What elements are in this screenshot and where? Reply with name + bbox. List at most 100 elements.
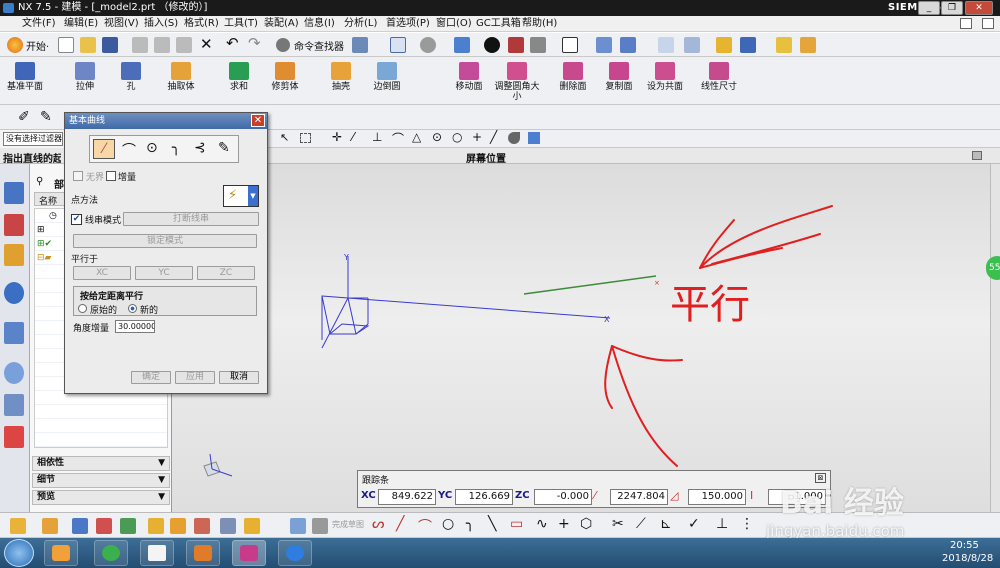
tree-item-history-icon[interactable]: ◷ (49, 211, 57, 221)
break-string-button[interactable]: 打断线串 (123, 212, 259, 226)
menu-restore-icon[interactable] (960, 18, 972, 29)
curve-edit-icon[interactable]: ✎ (40, 109, 52, 125)
undo-icon[interactable]: ↶ (226, 34, 239, 52)
arc-type-icon[interactable]: ⌒ (122, 140, 136, 160)
ok-button[interactable]: 确定 (131, 371, 171, 384)
side-badge[interactable]: 55 (986, 256, 1000, 280)
open-folder-icon[interactable] (80, 37, 96, 53)
menu-format[interactable]: 格式(R) (184, 17, 219, 31)
windows-start-orb[interactable] (4, 539, 34, 567)
line-icon[interactable]: ╱ (396, 516, 404, 532)
shaded-cube-icon[interactable] (454, 37, 470, 53)
command-finder-icon[interactable] (276, 38, 290, 52)
menu-assembly[interactable]: 装配(A) (264, 17, 299, 31)
snap-center-icon[interactable]: ○ (452, 130, 462, 144)
circle-type-icon[interactable]: ⊙ (146, 140, 158, 156)
cancel-button[interactable]: 取消 (219, 371, 259, 384)
trim-type-icon[interactable]: ⊰ (194, 140, 206, 156)
paste-icon[interactable] (176, 37, 192, 53)
point-method-dropdown[interactable]: ⚡ ▼ (223, 185, 259, 207)
arc-icon[interactable]: ⌒ (418, 516, 432, 536)
unbounded-checkbox[interactable] (73, 171, 83, 181)
radio-original[interactable] (78, 304, 87, 313)
length-input[interactable]: 2247.804 (610, 489, 668, 505)
parallel-yc-button[interactable]: YC (135, 266, 193, 280)
feature-button-10[interactable]: 删除面 (550, 62, 596, 92)
tray-time[interactable]: 20:55 (950, 540, 979, 551)
menu-view[interactable]: 视图(V) (104, 17, 139, 31)
circle-icon[interactable]: ○ (442, 516, 454, 532)
feature-button-8[interactable]: 移动面 (446, 62, 492, 92)
finish-sketch-icon[interactable] (312, 518, 328, 534)
sketch-tool-icon-2[interactable] (42, 518, 58, 534)
feature-button-5[interactable]: 修剪体 (262, 62, 308, 92)
taskbar-app-2[interactable] (94, 540, 128, 566)
increment-checkbox[interactable] (106, 171, 116, 181)
parallel-zc-button[interactable]: ZC (197, 266, 255, 280)
save-icon[interactable] (102, 37, 118, 53)
finish-sketch-label[interactable]: 完成草图 (332, 519, 364, 530)
sketch-tool-icon-8[interactable] (194, 518, 210, 534)
tree-item-camera-icon[interactable]: ⊞✔ (37, 239, 52, 249)
orient-view-icon[interactable] (420, 37, 436, 53)
taskbar-app-4[interactable] (186, 540, 220, 566)
preview-section[interactable]: 预览 ▼ (32, 490, 170, 505)
snap-cube-icon[interactable] (528, 132, 540, 144)
menu-preferences[interactable]: 首选项(P) (386, 17, 430, 31)
angle-increment-input[interactable]: 30.00000 (115, 320, 155, 333)
snap-icon[interactable] (716, 37, 732, 53)
feature-button-0[interactable]: 基准平面 (2, 62, 48, 92)
menu-close-icon[interactable] (982, 18, 994, 29)
details-section[interactable]: 细节 ▼ (32, 473, 170, 488)
apply-button[interactable]: 应用 (175, 371, 215, 384)
parallel-line[interactable] (523, 275, 657, 295)
fit-view-icon[interactable] (390, 37, 406, 53)
line-type-icon[interactable]: ⁄ (93, 139, 115, 159)
fillet-icon[interactable]: ╮ (466, 516, 474, 532)
snap-cross-icon[interactable]: ✛ (332, 130, 342, 144)
roles-icon[interactable] (4, 426, 24, 448)
feature-button-13[interactable]: 线性尺寸 (696, 62, 742, 92)
menu-window[interactable]: 窗口(O) (436, 17, 472, 31)
quick-trim-icon[interactable]: ✂ (612, 516, 624, 532)
dimension-icon[interactable]: ⊥ (716, 516, 728, 532)
feature-button-2[interactable]: 孔 (108, 62, 154, 92)
sketch-tool-icon-1[interactable] (10, 518, 26, 534)
constraint-icon[interactable]: ✓ (688, 516, 700, 532)
quick-extend-icon[interactable]: ⟋ (636, 516, 646, 532)
tree-item-model-icon[interactable]: ⊞ (37, 225, 45, 235)
rectangle-icon[interactable]: ▭ (510, 516, 523, 532)
snap-circle-icon[interactable]: ⊙ (432, 130, 442, 144)
feature-button-12[interactable]: 设为共面 (642, 62, 688, 92)
analysis-icon[interactable] (800, 37, 816, 53)
constraint-navigator-icon[interactable] (4, 214, 24, 236)
sketch-tool-icon-4[interactable] (96, 518, 112, 534)
tree-item-folder-icon[interactable]: ⊟▰ (37, 253, 51, 263)
sketch-tool-icon-3[interactable] (72, 518, 88, 534)
taskbar-app-3[interactable] (140, 540, 174, 566)
feature-button-3[interactable]: 抽取体 (158, 62, 204, 92)
render-style-icon[interactable] (484, 37, 500, 53)
yc-input[interactable]: 126.669 (455, 489, 513, 505)
taskbar-app-1[interactable] (44, 540, 78, 566)
profile-icon[interactable]: ᔕ (372, 516, 384, 532)
sketch-icon[interactable] (290, 518, 306, 534)
lock-mode-button[interactable]: 锁定模式 (73, 234, 257, 248)
close-button[interactable]: ✕ (965, 1, 993, 15)
wcs-orient-icon[interactable] (620, 37, 636, 53)
studio-spline-icon[interactable]: ∿ (536, 516, 548, 532)
measure-icon[interactable] (776, 37, 792, 53)
select-icon[interactable] (352, 37, 368, 53)
start-icon[interactable] (7, 37, 23, 53)
command-finder-button[interactable]: 命令查找器 (294, 38, 344, 53)
menu-info[interactable]: 信息(I) (304, 17, 335, 31)
parallel-xc-button[interactable]: XC (73, 266, 131, 280)
zc-input[interactable]: -0.000 (534, 489, 592, 505)
sketch-tool-icon-10[interactable] (244, 518, 260, 534)
copy-icon[interactable] (154, 37, 170, 53)
dialog-close-button[interactable]: ✕ (251, 114, 265, 127)
selection-filter-dropdown[interactable]: 没有选择过滤器 (3, 132, 63, 146)
sketch-tool-icon-7[interactable] (170, 518, 186, 534)
layer-icon[interactable] (658, 37, 674, 53)
fillet-type-icon[interactable]: ╮ (172, 140, 180, 156)
